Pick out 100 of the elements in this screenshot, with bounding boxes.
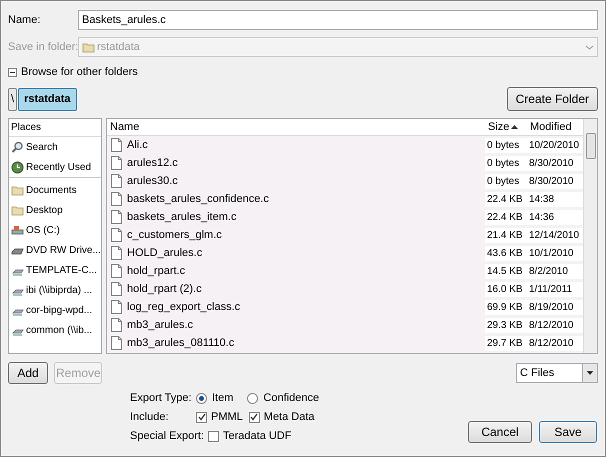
add-button[interactable]: Add <box>8 362 48 384</box>
checkbox-label: Teradata UDF <box>223 428 292 444</box>
file-modified: 8/30/2010 <box>527 156 583 170</box>
file-size: 29.7 KB <box>485 336 527 350</box>
file-name: arules12.c <box>127 156 178 171</box>
file-icon <box>111 156 122 170</box>
file-row[interactable]: mb3_arules_081110.c 29.7 KB 8/12/2010 <box>107 334 583 352</box>
file-icon <box>111 210 122 224</box>
place-item[interactable]: common (\\ib... <box>9 320 101 340</box>
file-row[interactable]: mb3_arules.c 29.3 KB 8/12/2010 <box>107 316 583 334</box>
file-row[interactable]: log_reg_export_class.c 69.9 KB 8/19/2010 <box>107 298 583 316</box>
file-name: baskets_arules_item.c <box>127 210 236 225</box>
path-button[interactable]: rstatdata <box>18 88 77 110</box>
file-icon <box>111 264 122 278</box>
file-name: Ali.c <box>127 138 148 153</box>
file-size: 16.0 KB <box>485 282 527 296</box>
file-icon <box>111 228 122 242</box>
place-item[interactable]: DVD RW Drive... <box>9 240 101 260</box>
clock-icon <box>11 160 24 174</box>
file-modified: 8/19/2010 <box>527 300 583 314</box>
places-header: Places <box>9 119 101 137</box>
checkbox[interactable] <box>208 430 219 442</box>
radio-button[interactable] <box>196 392 207 404</box>
file-icon <box>111 192 122 206</box>
file-modified: 10/1/2010 <box>527 246 583 260</box>
file-size: 69.9 KB <box>485 300 527 314</box>
collapse-icon <box>8 68 17 76</box>
file-modified: 8/12/2010 <box>527 318 583 332</box>
file-modified: 12/14/2010 <box>527 228 583 242</box>
file-modified: 1/11/2011 <box>527 282 583 296</box>
file-modified: 8/2/2010 <box>527 264 583 278</box>
folder-icon <box>11 184 24 196</box>
name-field[interactable]: Baskets_arules.c <box>78 10 598 30</box>
file-name: log_reg_export_class.c <box>127 300 240 315</box>
file-row[interactable]: baskets_arules_item.c 22.4 KB 14:36 <box>107 208 583 226</box>
check-icon <box>250 413 258 421</box>
export-type-label: Export Type: <box>130 390 193 406</box>
file-size: 43.6 KB <box>485 246 527 260</box>
file-icon <box>111 282 122 296</box>
place-item[interactable]: OS (C:) <box>9 220 101 240</box>
folder-icon <box>11 204 24 216</box>
column-header[interactable]: Name <box>107 119 485 135</box>
file-size: 22.4 KB <box>485 210 527 224</box>
checkbox[interactable] <box>196 412 207 422</box>
file-size: 0 bytes <box>485 156 527 170</box>
radio-button[interactable] <box>247 392 258 404</box>
file-modified: 14:38 <box>527 192 583 206</box>
file-icon <box>111 246 122 260</box>
folder-icon <box>82 40 95 54</box>
file-size: 0 bytes <box>485 138 527 152</box>
file-row[interactable]: arules12.c 0 bytes 8/30/2010 <box>107 154 583 172</box>
place-item[interactable]: ibi (\\ibiprda) ... <box>9 280 101 300</box>
place-item[interactable]: cor-bipg-wpd... <box>9 300 101 320</box>
create-folder-button[interactable]: Create Folder <box>506 87 598 111</box>
save-button[interactable]: Save <box>539 421 597 443</box>
file-icon <box>111 318 122 332</box>
file-name: hold_rpart.c <box>127 264 186 279</box>
place-item[interactable]: Search <box>9 137 101 157</box>
file-size: 22.4 KB <box>485 192 527 206</box>
checkbox-label: PMML <box>211 410 243 425</box>
place-item[interactable]: Desktop <box>9 200 101 220</box>
file-modified: 8/30/2010 <box>527 174 583 188</box>
radio-label: Confidence <box>263 390 320 406</box>
file-name: baskets_arules_confidence.c <box>127 192 269 207</box>
file-row[interactable]: baskets_arules_confidence.c 22.4 KB 14:38 <box>107 190 583 208</box>
file-size: 0 bytes <box>485 174 527 188</box>
file-icon <box>111 336 122 350</box>
place-item[interactable]: TEMPLATE-C... <box>9 260 101 280</box>
checkbox[interactable] <box>248 412 260 422</box>
file-icon <box>111 174 122 188</box>
file-name: c_customers_glm.c <box>127 228 222 243</box>
file-row[interactable]: Ali.c 0 bytes 10/20/2010 <box>107 136 583 154</box>
place-item[interactable]: Documents <box>9 180 101 200</box>
browse-toggle[interactable]: Browse for other folders <box>8 64 138 80</box>
file-name: HOLD_arules.c <box>127 246 202 261</box>
file-row[interactable]: HOLD_arules.c 43.6 KB 10/1/2010 <box>107 244 583 262</box>
drive-icon <box>11 224 24 236</box>
special-export-label: Special Export: <box>130 428 205 444</box>
file-modified: 8/12/2010 <box>527 336 583 350</box>
path-button[interactable]: \ <box>8 88 18 110</box>
search-icon <box>11 140 24 154</box>
radio-label: Item <box>212 390 234 406</box>
file-size: 29.3 KB <box>485 318 527 332</box>
file-name: hold_rpart (2).c <box>127 282 202 297</box>
file-size: 21.4 KB <box>485 228 527 242</box>
scrollbar[interactable] <box>583 119 597 353</box>
file-icon <box>111 300 122 314</box>
column-header[interactable]: Size <box>485 119 527 135</box>
column-header[interactable]: Modified <box>527 119 583 135</box>
file-type-dropdown[interactable]: C Files <box>516 363 598 383</box>
file-row[interactable]: arules30.c 0 bytes 8/30/2010 <box>107 172 583 190</box>
file-row[interactable]: c_customers_glm.c 21.4 KB 12/14/2010 <box>107 226 583 244</box>
check-icon <box>198 413 206 421</box>
place-item[interactable]: Recently Used <box>9 157 101 177</box>
file-name: mb3_arules.c <box>127 318 194 333</box>
file-row[interactable]: hold_rpart.c 14.5 KB 8/2/2010 <box>107 262 583 280</box>
file-modified: 10/20/2010 <box>527 138 583 152</box>
cancel-button[interactable]: Cancel <box>468 421 532 443</box>
file-row[interactable]: hold_rpart (2).c 16.0 KB 1/11/2011 <box>107 280 583 298</box>
name-label: Name: <box>8 12 42 28</box>
